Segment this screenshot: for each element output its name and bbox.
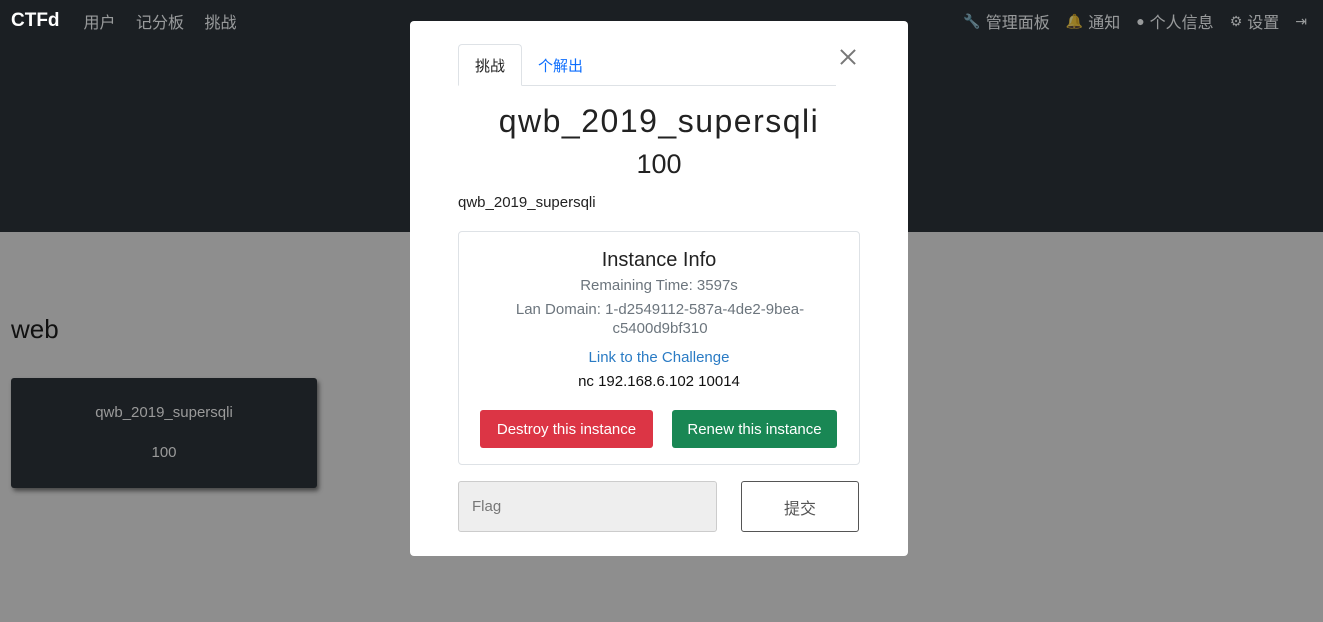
nav-profile[interactable]: ● 个人信息: [1136, 9, 1213, 33]
remaining-time: Remaining Time: 3597s: [580, 277, 738, 294]
nav-scoreboard[interactable]: 记分板: [136, 9, 184, 33]
modal-tabs: 挑战 个解出: [458, 44, 836, 86]
instance-heading: Instance Info: [601, 249, 717, 271]
bell-icon: 🔔: [1065, 12, 1084, 29]
user-circle-icon: ●: [1136, 13, 1145, 29]
wrench-icon: 🔧: [963, 12, 981, 29]
nav-notifications[interactable]: 🔔 通知: [1066, 9, 1120, 33]
nav-logout[interactable]: ⇥: [1295, 13, 1312, 30]
challenge-card-value: 100: [151, 444, 177, 461]
challenge-modal: 挑战 个解出 qwb_2019_supersqli 100 qwb_2019_s…: [410, 21, 908, 556]
challenge-description: qwb_2019_supersqli: [458, 194, 596, 211]
nav-profile-label: 个人信息: [1149, 15, 1214, 32]
nav-challenges[interactable]: 挑战: [204, 9, 236, 33]
renew-instance-button[interactable]: Renew this instance: [672, 410, 837, 448]
cogs-icon: ⚙: [1229, 12, 1243, 29]
nc-command: nc 192.168.6.102 10014: [578, 373, 740, 390]
sign-out-icon: ⇥: [1295, 12, 1307, 29]
nav-right: 🔧 管理面板 🔔 通知 ● 个人信息 ⚙ 设置 ⇥: [947, 9, 1312, 33]
submit-button[interactable]: 提交: [741, 481, 859, 532]
nav-settings[interactable]: ⚙ 设置: [1230, 9, 1280, 33]
challenge-card[interactable]: qwb_2019_supersqli 100: [11, 378, 317, 488]
challenge-link[interactable]: Link to the Challenge: [459, 349, 859, 366]
nav-users[interactable]: 用户: [84, 9, 116, 33]
brand-logo[interactable]: CTFd: [11, 10, 60, 32]
nav-notifications-label: 通知: [1088, 15, 1121, 32]
challenge-title: qwb_2019_supersqli: [498, 103, 820, 139]
tab-challenge[interactable]: 挑战: [458, 44, 523, 86]
lan-domain: Lan Domain: 1-d2549112-587a-4de2-9bea-c5…: [515, 301, 805, 337]
nav-admin-label: 管理面板: [985, 15, 1050, 32]
nav-settings-label: 设置: [1247, 15, 1280, 32]
flag-input[interactable]: [458, 481, 717, 532]
tab-solves[interactable]: 个解出: [522, 44, 599, 86]
close-icon[interactable]: [836, 45, 860, 69]
instance-info-panel: Instance Info Remaining Time: 3597s Lan …: [458, 231, 860, 465]
category-heading: web: [11, 314, 59, 344]
challenge-value: 100: [636, 149, 682, 179]
destroy-instance-button[interactable]: Destroy this instance: [480, 410, 653, 448]
challenge-card-name: qwb_2019_supersqli: [95, 404, 233, 421]
nav-admin[interactable]: 🔧 管理面板: [963, 9, 1049, 33]
nav-left: 用户 记分板 挑战: [84, 9, 253, 33]
